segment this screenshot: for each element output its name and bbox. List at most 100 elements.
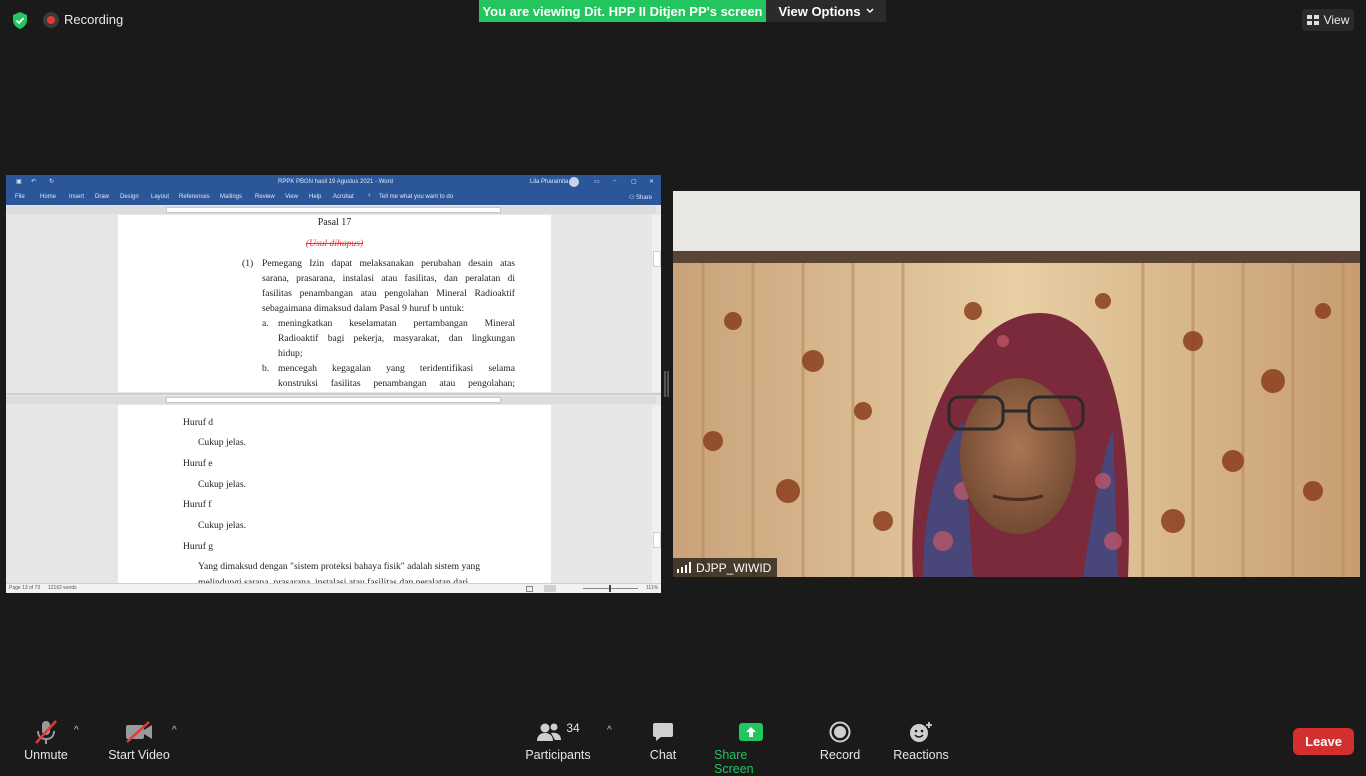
redo-icon[interactable]: ↻ bbox=[49, 178, 54, 185]
participants-button[interactable]: 34 Participants bbox=[525, 718, 591, 762]
menu-draw[interactable]: Draw bbox=[95, 194, 109, 200]
maximize-icon[interactable]: ▢ bbox=[631, 178, 637, 185]
close-icon[interactable]: ✕ bbox=[649, 178, 654, 185]
reactions-button[interactable]: Reactions bbox=[893, 718, 949, 762]
menu-design[interactable]: Design bbox=[120, 194, 139, 200]
word-count[interactable]: 12162 words bbox=[48, 585, 77, 591]
paragraph-line: sarana, prasarana, instalasi atau fasili… bbox=[262, 273, 515, 284]
letter-heading: Huruf f bbox=[183, 499, 212, 510]
menu-review[interactable]: Review bbox=[255, 194, 275, 200]
menu-acrobat[interactable]: Acrobat bbox=[333, 194, 354, 200]
share-screen-label: Share Screen bbox=[714, 748, 754, 776]
leave-label: Leave bbox=[1305, 734, 1342, 749]
menu-references[interactable]: References bbox=[179, 194, 210, 200]
document-page-bottom bbox=[118, 405, 551, 583]
share-screen-icon bbox=[739, 723, 763, 741]
word-doc-title: RPPK PBGN hasil 19 Agustus 2021 - Word bbox=[278, 179, 393, 185]
letter-heading: Huruf g bbox=[183, 541, 214, 552]
letter-text: Yang dimaksud dengan "sistem proteksi ba… bbox=[198, 561, 481, 572]
reactions-label: Reactions bbox=[893, 748, 949, 762]
smiley-plus-icon bbox=[910, 722, 932, 742]
letter-heading: Huruf e bbox=[183, 458, 213, 469]
undo-icon[interactable]: ↶ bbox=[31, 178, 36, 185]
unmute-button[interactable]: Unmute bbox=[22, 718, 70, 762]
menu-home[interactable]: Home bbox=[40, 194, 56, 200]
recording-label: Recording bbox=[64, 12, 124, 27]
participants-count: 34 bbox=[566, 721, 580, 735]
paragraph-line: fasilitas penambangan atau pengolahan Mi… bbox=[262, 288, 515, 299]
security-shield-icon[interactable] bbox=[12, 12, 28, 29]
ribbon-display-icon[interactable]: ▭ bbox=[594, 178, 600, 185]
word-user-name: Lila Pharamita bbox=[530, 179, 569, 185]
video-camera-off-icon bbox=[126, 721, 152, 743]
tell-me-box[interactable]: Tell me what you want to do bbox=[379, 194, 453, 200]
record-button[interactable]: Record bbox=[820, 718, 860, 762]
chevron-down-icon bbox=[866, 8, 874, 14]
article-heading: Pasal 17 bbox=[317, 217, 352, 228]
participant-video[interactable] bbox=[673, 191, 1360, 577]
menu-view[interactable]: View bbox=[285, 194, 298, 200]
menu-mailings[interactable]: Mailings bbox=[220, 194, 242, 200]
chat-button[interactable]: Chat bbox=[646, 718, 680, 762]
scrollbar-bottom[interactable] bbox=[652, 405, 661, 583]
word-ribbon: File Home Insert Draw Design Layout Refe… bbox=[6, 189, 661, 205]
menu-file[interactable]: File bbox=[15, 194, 25, 200]
participant-name: DJPP_WIWID bbox=[696, 560, 772, 575]
record-icon bbox=[829, 721, 851, 743]
document-pane-bottom[interactable]: Huruf d Cukup jelas. Huruf e Cukup jelas… bbox=[6, 395, 661, 583]
menu-help[interactable]: Help bbox=[309, 194, 321, 200]
view-options-button[interactable]: View Options bbox=[766, 0, 886, 22]
letter-heading: Huruf d bbox=[183, 417, 214, 428]
page-count[interactable]: Page 13 of 73 bbox=[9, 585, 40, 591]
chat-bubble-icon bbox=[653, 723, 673, 741]
letter-text: Cukup jelas. bbox=[198, 479, 246, 490]
read-mode-icon[interactable] bbox=[526, 586, 533, 592]
item-number: (1) bbox=[242, 258, 254, 269]
menu-insert[interactable]: Insert bbox=[69, 194, 84, 200]
sub-item-label: a. bbox=[262, 318, 269, 329]
start-video-label: Start Video bbox=[108, 748, 170, 762]
share-label: Share bbox=[636, 195, 653, 201]
start-video-button[interactable]: Start Video bbox=[106, 718, 172, 762]
zoom-slider-thumb[interactable] bbox=[609, 585, 611, 592]
resize-handle-right[interactable] bbox=[667, 371, 669, 397]
print-layout-icon[interactable] bbox=[544, 585, 556, 592]
shared-screen[interactable]: ▣ ↶ ↻ RPPK PBGN hasil 19 Agustus 2021 - … bbox=[6, 175, 661, 593]
paragraph-line: sebagaimana dimaksud dalam Pasal 9 huruf… bbox=[262, 303, 465, 314]
view-button[interactable]: View bbox=[1302, 9, 1354, 31]
video-options-caret[interactable]: ^ bbox=[172, 725, 177, 736]
sub-item-line: konstruksi fasilitas penambangan atau pe… bbox=[278, 378, 515, 389]
sub-item-line: mencegah kegagalan yang teridentifikasi … bbox=[278, 363, 515, 374]
unmute-label: Unmute bbox=[24, 748, 68, 762]
share-screen-button[interactable]: Share Screen bbox=[714, 718, 788, 776]
leave-button[interactable]: Leave bbox=[1293, 728, 1354, 755]
minimize-icon[interactable]: – bbox=[613, 178, 616, 184]
sub-item-line: hidup; bbox=[278, 348, 303, 359]
participants-options-caret[interactable]: ^ bbox=[607, 725, 612, 736]
participant-name-tag: DJPP_WIWID bbox=[673, 558, 778, 577]
scrollbar-top[interactable] bbox=[652, 215, 661, 392]
letter-text: Cukup jelas. bbox=[198, 437, 246, 448]
document-pane-top[interactable]: Pasal 17 (Usul dihapus) (1) Pemegang Izi… bbox=[6, 205, 661, 392]
save-icon[interactable]: ▣ bbox=[16, 178, 22, 185]
resize-handle-left[interactable] bbox=[664, 371, 666, 397]
sub-item-line: Radioaktif bagi pekerja, masyarakat, dan… bbox=[278, 333, 515, 344]
zoom-level[interactable]: 111% bbox=[646, 585, 658, 591]
sub-item-label: b. bbox=[262, 363, 270, 374]
letter-text: Cukup jelas. bbox=[198, 520, 246, 531]
audio-options-caret[interactable]: ^ bbox=[74, 725, 79, 736]
deleted-note: (Usul dihapus) bbox=[305, 238, 364, 249]
lightbulb-icon: ♀ bbox=[367, 193, 372, 199]
microphone-muted-icon bbox=[35, 720, 57, 744]
share-person-icon: ⚇ bbox=[629, 195, 637, 201]
word-title-bar: ▣ ↶ ↻ RPPK PBGN hasil 19 Agustus 2021 - … bbox=[6, 175, 661, 189]
participants-label: Participants bbox=[525, 748, 591, 762]
viewing-banner-text: You are viewing Dit. HPP II Ditjen PP's … bbox=[482, 3, 763, 19]
video-frame bbox=[673, 191, 1360, 577]
menu-layout[interactable]: Layout bbox=[151, 194, 169, 200]
viewing-banner: You are viewing Dit. HPP II Ditjen PP's … bbox=[479, 0, 766, 22]
share-button[interactable]: ⚇ Share bbox=[629, 194, 652, 201]
sub-item-line: meningkatkan keselamatan pertambangan Mi… bbox=[278, 318, 515, 329]
signal-strength-icon bbox=[677, 562, 691, 573]
recording-icon bbox=[43, 12, 59, 28]
